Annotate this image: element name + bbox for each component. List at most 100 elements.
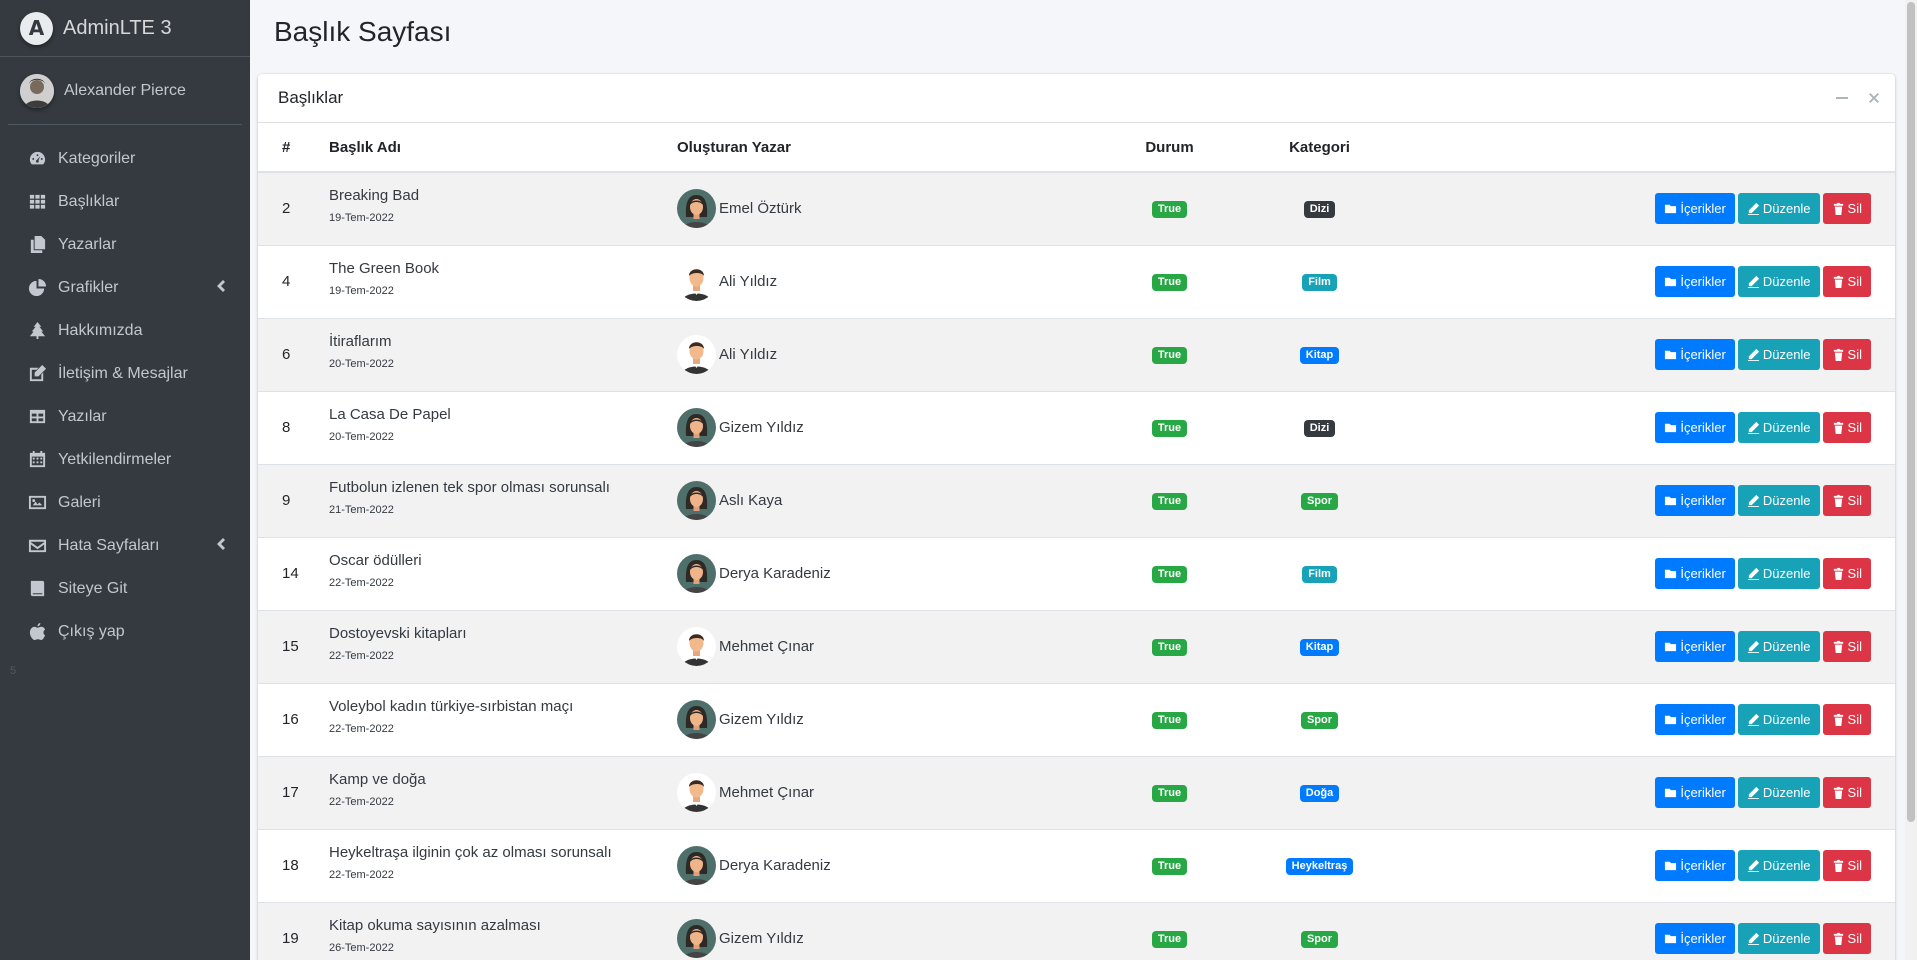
book-icon (26, 578, 48, 600)
author-name: Ali Yıldız (719, 273, 778, 290)
scrollbar-thumb[interactable] (1907, 2, 1915, 822)
title-date: 26-Tem-2022 (329, 942, 394, 955)
delete-button-label: Sil (1847, 858, 1862, 873)
title-name: Voleybol kadın türkiye-sırbistan maçı (329, 698, 574, 715)
delete-button[interactable]: Sil (1822, 266, 1871, 297)
sidebar-item-çıkış-yap[interactable]: Çıkış yap (0, 610, 250, 653)
sidebar-item-yazarlar[interactable]: Yazarlar (0, 223, 250, 266)
delete-button[interactable]: Sil (1822, 339, 1871, 370)
tachometer-icon (26, 148, 48, 170)
edit-button[interactable]: Düzenle (1737, 777, 1820, 808)
edit-button-label: Düzenle (1762, 493, 1811, 508)
contents-button[interactable]: İçerikler (1655, 412, 1735, 443)
title-date: 19-Tem-2022 (329, 212, 394, 225)
page-scrollbar[interactable] (1905, 0, 1917, 960)
author-cell: Mehmet Çınar (677, 756, 1097, 829)
status-cell: True (1097, 318, 1242, 391)
remove-button[interactable] (1867, 88, 1881, 108)
row-id: 19 (282, 930, 299, 948)
delete-button[interactable]: Sil (1822, 193, 1871, 225)
category-cell: Dizi (1242, 391, 1397, 464)
contents-button[interactable]: İçerikler (1655, 631, 1735, 662)
table-row: 16 Voleybol kadın türkiye-sırbistan maçı 2… (258, 683, 1895, 756)
contents-button[interactable]: İçerikler (1655, 704, 1735, 735)
status-badge: True (1151, 639, 1188, 656)
edit-button[interactable]: Düzenle (1737, 923, 1820, 955)
author-cell: Ali Yıldız (677, 318, 1097, 391)
title-name: Kamp ve doğa (329, 771, 426, 788)
sidebar-item-hata-sayfaları[interactable]: Hata Sayfaları (0, 524, 250, 567)
edit-button[interactable]: Düzenle (1737, 339, 1820, 370)
sidebar-item-başlıklar[interactable]: Başlıklar (0, 180, 250, 223)
edit-button[interactable]: Düzenle (1737, 266, 1820, 297)
contents-button-label: İçerikler (1680, 420, 1726, 435)
contents-button[interactable]: İçerikler (1655, 923, 1735, 955)
author-name: Mehmet Çınar (719, 784, 815, 801)
sidebar-item-galeri[interactable]: Galeri (0, 481, 250, 524)
delete-button[interactable]: Sil (1822, 412, 1871, 443)
sidebar-item-grafikler[interactable]: Grafikler (0, 266, 250, 309)
pencil-icon (1747, 203, 1759, 216)
contents-button[interactable]: İçerikler (1655, 485, 1735, 516)
author-avatar (677, 846, 716, 885)
collapse-button[interactable] (1835, 88, 1849, 108)
sidebar-item-yetkilendirmeler[interactable]: Yetkilendirmeler (0, 438, 250, 481)
delete-button[interactable]: Sil (1822, 923, 1871, 955)
author-avatar (677, 262, 716, 301)
actions-cell: İçerikler Düzenle Sil (1397, 172, 1895, 245)
close-icon (1869, 93, 1879, 103)
delete-button-label: Sil (1847, 493, 1862, 508)
delete-button[interactable]: Sil (1822, 850, 1871, 881)
user-panel[interactable]: Alexander Pierce (8, 57, 242, 125)
sidebar-item-i-letişim-mesajlar[interactable]: İletişim & Mesajlar (0, 352, 250, 395)
brand-link[interactable]: A AdminLTE 3 (0, 0, 250, 57)
edit-button[interactable]: Düzenle (1737, 412, 1820, 443)
sidebar-footer-text: 5 (10, 665, 17, 677)
row-id: 4 (282, 273, 291, 290)
author-name: Derya Karadeniz (719, 857, 831, 874)
delete-button[interactable]: Sil (1822, 777, 1871, 808)
category-badge: Dizi (1303, 420, 1336, 437)
sidebar-item-siteye-git[interactable]: Siteye Git (0, 567, 250, 610)
edit-button[interactable]: Düzenle (1737, 850, 1820, 881)
sidebar-item-label: Çıkış yap (58, 622, 125, 640)
delete-button[interactable]: Sil (1822, 631, 1871, 662)
actions-cell: İçerikler Düzenle Sil (1397, 464, 1895, 537)
category-cell: Kitap (1242, 318, 1397, 391)
pencil-icon (1747, 859, 1759, 872)
contents-button[interactable]: İçerikler (1655, 558, 1735, 589)
contents-button-label: İçerikler (1680, 201, 1726, 217)
table-row: 9 Futbolun izlenen tek spor olması soruns… (258, 464, 1895, 537)
title-date: 20-Tem-2022 (329, 358, 394, 370)
contents-button[interactable]: İçerikler (1655, 193, 1735, 225)
contents-button[interactable]: İçerikler (1655, 339, 1735, 370)
edit-button[interactable]: Düzenle (1737, 704, 1820, 735)
edit-button[interactable]: Düzenle (1737, 485, 1820, 516)
table-row: 2 Breaking Bad 19-Tem-2022 Emel Öztürk True D… (258, 172, 1895, 245)
contents-button[interactable]: İçerikler (1655, 777, 1735, 808)
edit-icon (26, 363, 48, 385)
contents-button[interactable]: İçerikler (1655, 850, 1735, 881)
envelope-icon (26, 535, 48, 557)
category-cell: Doğa (1242, 756, 1397, 829)
title-cell: Heykeltraşa ilginin çok az olması soruns… (329, 829, 677, 902)
contents-button-label: İçerikler (1680, 493, 1726, 508)
table-row: 8 La Casa De Papel 20-Tem-2022 Gizem Yıldız… (258, 391, 1895, 464)
col-header-actions (1397, 123, 1895, 173)
col-header-status: Durum (1097, 123, 1242, 173)
sidebar-item-hakkımızda[interactable]: Hakkımızda (0, 309, 250, 352)
edit-button[interactable]: Düzenle (1737, 558, 1820, 589)
table-row: 14 Oscar ödülleri 22-Tem-2022 Derya Karaden… (258, 537, 1895, 610)
delete-button[interactable]: Sil (1822, 704, 1871, 735)
sidebar-item-kategoriler[interactable]: Kategoriler (0, 137, 250, 180)
sidebar-item-yazılar[interactable]: Yazılar (0, 395, 250, 438)
delete-button[interactable]: Sil (1822, 558, 1871, 589)
contents-button[interactable]: İçerikler (1655, 266, 1735, 297)
brand-text: AdminLTE 3 (63, 16, 172, 39)
delete-button[interactable]: Sil (1822, 485, 1871, 516)
user-avatar (20, 73, 54, 108)
edit-button-label: Düzenle (1762, 347, 1811, 362)
edit-button[interactable]: Düzenle (1737, 631, 1820, 662)
edit-button[interactable]: Düzenle (1737, 193, 1820, 225)
title-cell: Futbolun izlenen tek spor olması sorunsa… (329, 464, 677, 537)
